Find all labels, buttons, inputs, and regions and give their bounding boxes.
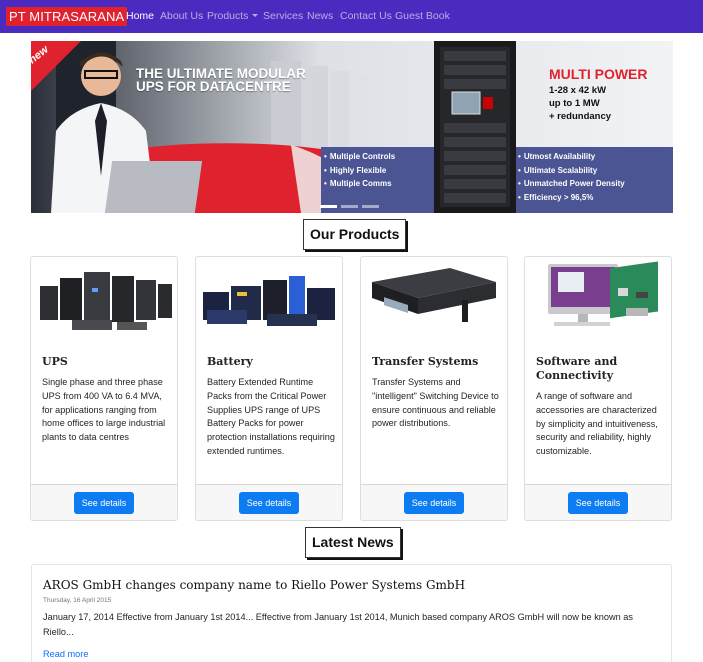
carousel-indicator[interactable] [341,205,358,208]
product-card-software-connectivity: Software and Connectivity A range of sof… [524,256,672,521]
news-date: Thursday, 16 April 2015 [43,597,112,604]
product-card-title: UPS [42,355,68,368]
product-card-ups: UPS Single phase and three phase UPS fro… [30,256,178,521]
news-section-title: Latest News [305,527,401,558]
product-card-battery: Battery Battery Extended Runtime Packs f… [195,256,343,521]
battery-packs-image [197,258,341,344]
nav-products[interactable]: Products [207,0,259,33]
spec-line: + redundancy [549,111,612,122]
product-card-title: Transfer Systems [372,355,479,368]
product-card-footer: See details [361,484,507,520]
banner-features-right: Utmost Availability Ultimate Scalability… [518,150,625,204]
nav-contact-us[interactable]: Contact Us [340,0,392,33]
product-card-transfer-systems: Transfer Systems Transfer Systems and "i… [360,256,508,521]
see-details-button[interactable]: See details [568,492,628,514]
feature-item: Ultimate Scalability [518,164,625,178]
see-details-button[interactable]: See details [239,492,299,514]
feature-item: Multiple Controls [324,150,395,164]
banner-product-specs: 1-28 x 42 kW up to 1 MW + redundancy [549,84,611,123]
read-more-link[interactable]: Read more [43,649,88,659]
news-excerpt: January 17, 2014 Effective from January … [43,612,634,637]
banner-product-title: MULTI POWER [549,66,648,82]
spec-line: 1-28 x 42 kW [549,85,607,96]
products-section-title: Our Products [303,219,407,250]
product-card-title: Battery [207,355,253,368]
hero-carousel[interactable]: new THE ULTIMATE MODULAR UPS FOR DATACEN… [31,41,673,213]
feature-item: Unmatched Power Density [518,177,625,191]
ups-units-image [32,258,176,344]
computer-software-image [526,258,670,344]
product-card-footer: See details [196,484,342,520]
feature-item: Multiple Comms [324,177,395,191]
chevron-down-icon [252,14,259,17]
brand-logo[interactable]: PT MITRASARANA [6,7,128,26]
nav-products-label: Products [207,10,249,22]
feature-item: Highly Flexible [324,164,395,178]
nav-news[interactable]: News [307,0,333,33]
news-title[interactable]: AROS GmbH changes company name to Riello… [43,578,663,592]
carousel-indicator[interactable] [320,205,337,208]
spec-line: up to 1 MW [549,98,600,109]
navbar: PT MITRASARANA Home About Us Products Se… [0,0,703,33]
see-details-button[interactable]: See details [404,492,464,514]
feature-item: Utmost Availability [518,150,625,164]
rack-switch-image [362,258,506,344]
carousel-indicator[interactable] [362,205,379,208]
nav-about-us[interactable]: About Us [160,0,203,33]
product-card-footer: See details [525,484,671,520]
news-item: AROS GmbH changes company name to Riello… [31,564,672,662]
nav-guest-book[interactable]: Guest Book [395,0,450,33]
product-card-text: Single phase and three phase UPS from 40… [42,377,166,443]
nav-home[interactable]: Home [126,0,154,33]
see-details-button[interactable]: See details [74,492,134,514]
product-card-text: Battery Extended Runtime Packs from the … [207,377,335,456]
nav-services[interactable]: Services [263,0,303,33]
product-card-footer: See details [31,484,177,520]
banner-features-left: Multiple Controls Highly Flexible Multip… [324,150,395,191]
banner-headline: THE ULTIMATE MODULAR UPS FOR DATACENTRE [136,66,306,94]
product-card-text: Transfer Systems and "intelligent" Switc… [372,377,499,429]
feature-item: Efficiency > 96,5% [518,191,625,205]
product-card-title: Software and Connectivity [536,355,618,382]
product-card-text: A range of software and accessories are … [536,391,658,457]
carousel-indicators [320,195,383,213]
